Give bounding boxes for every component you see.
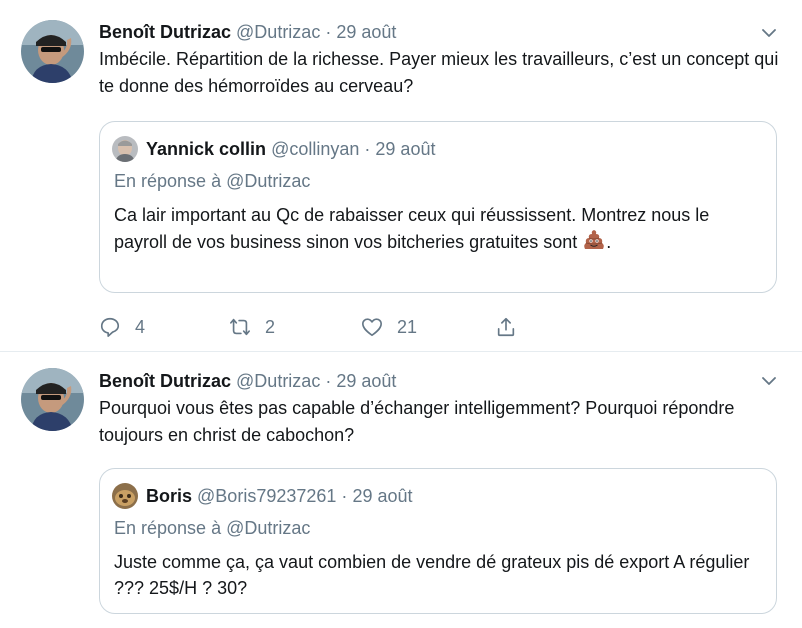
author-handle[interactable]: @Dutrizac [236, 22, 320, 42]
share-button[interactable] [495, 312, 531, 342]
quoted-author-name: Yannick collin [146, 139, 267, 159]
tweet-text: Imbécile. Répartition de la richesse. Pa… [99, 49, 779, 96]
reply-mention: @Dutrizac [226, 518, 311, 538]
share-icon [497, 317, 515, 337]
reply-button[interactable]: 4 [99, 312, 145, 342]
reply-prefix: En réponse à [114, 518, 222, 538]
tweet[interactable]: Benoît Dutrizac @Dutrizac · 29 août Imbé… [0, 0, 802, 352]
quoted-tweet[interactable]: Yannick collin @collinyan · 29 août En r… [99, 121, 777, 293]
tweet-header: Benoît Dutrizac @Dutrizac · 29 août [99, 368, 396, 394]
author-name[interactable]: Benoît Dutrizac [99, 22, 231, 42]
chevron-down-icon[interactable] [760, 372, 778, 390]
reply-mention: @Dutrizac [226, 171, 311, 191]
separator: · [341, 486, 348, 506]
poop-emoji [584, 230, 605, 249]
like-button[interactable]: 21 [361, 312, 417, 342]
author-handle[interactable]: @Dutrizac [236, 371, 320, 391]
quoted-header: Yannick collin @collinyan · 29 août [112, 136, 435, 162]
reply-context: En réponse à @Dutrizac [114, 515, 310, 541]
quoted-author-name: Boris [146, 486, 193, 506]
quoted-author-handle: @collinyan [271, 139, 360, 159]
retweet-icon [230, 318, 250, 336]
tweet-actions: 4 2 21 [99, 312, 539, 342]
tweet-header: Benoît Dutrizac @Dutrizac · 29 août [99, 19, 396, 45]
separator: · [325, 22, 332, 42]
like-count: 21 [397, 316, 418, 337]
tweet[interactable]: Benoît Dutrizac @Dutrizac · 29 août Pour… [0, 352, 802, 628]
tweet-text: Pourquoi vous êtes pas capable d’échange… [99, 398, 735, 445]
quoted-avatar [112, 136, 138, 162]
chevron-down-icon[interactable] [760, 24, 778, 42]
quoted-text-suffix: . [606, 232, 612, 252]
quoted-text: Juste comme ça, ça vaut combien de vendr… [114, 552, 750, 598]
quoted-text-body: Ca lair important au Qc de rabaisser ceu… [114, 205, 710, 252]
author-name[interactable]: Benoît Dutrizac [99, 371, 231, 391]
retweet-button[interactable]: 2 [229, 312, 275, 342]
reply-icon [100, 317, 120, 337]
quoted-tweet[interactable]: Boris @Boris79237261 · 29 août En répons… [99, 468, 777, 614]
quoted-header: Boris @Boris79237261 · 29 août [112, 483, 413, 509]
tweet-date[interactable]: 29 août [336, 22, 396, 42]
quoted-date: 29 août [375, 139, 436, 159]
avatar[interactable] [21, 368, 84, 431]
reply-context: En réponse à @Dutrizac [114, 168, 310, 194]
reply-count: 4 [135, 316, 146, 337]
reply-prefix: En réponse à [114, 171, 222, 191]
retweet-count: 2 [265, 316, 276, 337]
separator: · [364, 139, 371, 159]
quoted-text: Ca lair important au Qc de rabaisser ceu… [114, 202, 764, 255]
separator: · [325, 371, 332, 391]
quoted-author-handle: @Boris79237261 [197, 486, 337, 506]
like-icon [362, 318, 382, 337]
quoted-avatar [112, 483, 138, 509]
quoted-date: 29 août [352, 486, 413, 506]
tweet-date[interactable]: 29 août [336, 371, 396, 391]
avatar[interactable] [21, 20, 84, 83]
